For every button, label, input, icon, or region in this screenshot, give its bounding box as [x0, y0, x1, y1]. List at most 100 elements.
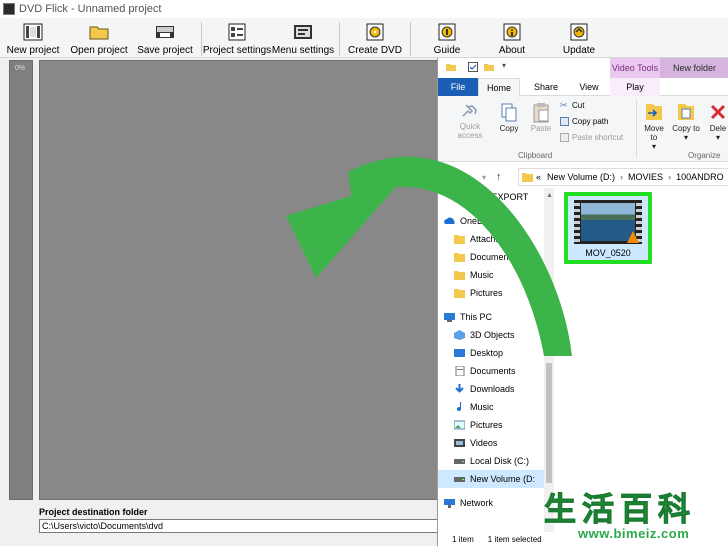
paste-shortcut-button[interactable]: Paste shortcut: [560, 133, 623, 142]
nav-item-for-export[interactable]: FOR EXPORT: [438, 188, 544, 206]
delete-icon: [710, 104, 726, 120]
menu-settings-button[interactable]: Menu settings: [272, 18, 334, 58]
drive-icon: [454, 477, 465, 482]
video-file-item[interactable]: MOV_0520: [564, 192, 652, 264]
video-file-name: MOV_0520: [585, 248, 631, 258]
address-bar[interactable]: « New Volume (D:) › MOVIES › 100ANDRO: [518, 168, 728, 186]
move-to-icon: [646, 104, 662, 120]
copy-button[interactable]: Copy: [494, 102, 524, 133]
about-button[interactable]: About: [491, 18, 533, 58]
3d-objects-icon: [454, 330, 465, 340]
about-icon: [500, 21, 524, 43]
save-project-label: Save project: [137, 45, 193, 56]
nav-item-label: Documents: [470, 252, 516, 262]
destination-folder-input[interactable]: C:\Users\victo\Documents\dvd: [39, 519, 439, 533]
open-project-label: Open project: [70, 45, 128, 56]
new-project-button[interactable]: New project: [4, 18, 62, 58]
copy-path-button[interactable]: Copy path: [560, 117, 608, 126]
destination-folder-label: Project destination folder: [39, 507, 148, 517]
address-segment-drive[interactable]: New Volume (D:): [547, 172, 615, 182]
tab-home[interactable]: Home: [478, 78, 520, 96]
address-segment-movies[interactable]: MOVIES: [628, 172, 663, 182]
folder-icon: [454, 253, 465, 262]
paste-shortcut-icon: [560, 133, 569, 142]
copy-path-icon: [560, 117, 569, 126]
dvdflick-title: DVD Flick - Unnamed project: [19, 3, 162, 15]
delete-button[interactable]: Dele ▾: [706, 100, 728, 142]
nav-item-this-pc[interactable]: This PC: [438, 308, 544, 326]
address-bar-row: ← → ▾ ↑ « New Volume (D:) › MOVIES › 100…: [438, 166, 728, 188]
tab-play[interactable]: Play: [610, 78, 660, 96]
paste-shortcut-label: Paste shortcut: [572, 133, 624, 142]
move-to-button[interactable]: Move to ▾: [640, 100, 668, 151]
nav-item-documents[interactable]: Documents: [438, 362, 544, 380]
nav-item-network[interactable]: Network: [438, 494, 544, 512]
pin-quick-access-button[interactable]: Quick access: [452, 102, 488, 140]
nav-item-pictures[interactable]: Pictures: [438, 284, 544, 302]
nav-item-3d-objects[interactable]: 3D Objects: [438, 326, 544, 344]
copy-to-button[interactable]: Copy to ▾: [672, 100, 700, 142]
project-settings-button[interactable]: Project settings: [202, 18, 272, 58]
chevron-right-icon: ›: [620, 172, 624, 182]
nav-item-onedrive[interactable]: OneDrive: [438, 212, 544, 230]
address-overflow[interactable]: «: [536, 172, 541, 182]
nav-item-label: Pictures: [470, 288, 503, 298]
back-arrow-icon[interactable]: ←: [446, 171, 457, 183]
downloads-icon: [455, 384, 464, 393]
properties-icon[interactable]: [468, 62, 478, 72]
paste-button[interactable]: Paste: [526, 102, 556, 133]
recent-locations-icon[interactable]: ▾: [482, 173, 486, 182]
forward-arrow-icon[interactable]: →: [464, 171, 475, 183]
title-list-area[interactable]: [39, 60, 439, 500]
nav-item-new-volume-d[interactable]: New Volume (D:: [438, 470, 544, 488]
nav-item-downloads[interactable]: Downloads: [438, 380, 544, 398]
move-to-label: Move to: [644, 124, 664, 142]
guide-button[interactable]: Guide: [426, 18, 468, 58]
pc-icon: [444, 313, 455, 322]
item-count: 1 item: [452, 534, 474, 544]
project-settings-label: Project settings: [202, 45, 272, 56]
nav-item-desktop[interactable]: Desktop: [438, 344, 544, 362]
ribbon-tabs: File Home Share View Play: [438, 78, 728, 96]
nav-item-label: OneDrive: [460, 216, 499, 226]
navigation-scrollbar[interactable]: ▲: [544, 188, 554, 532]
scroll-up-icon[interactable]: ▲: [546, 192, 553, 199]
nav-item-label: This PC: [460, 312, 493, 322]
save-project-button[interactable]: Save project: [136, 18, 194, 58]
watermark-char: 生: [543, 490, 577, 529]
create-dvd-button[interactable]: Create DVD: [346, 18, 404, 58]
copy-to-label: Copy to: [672, 124, 700, 133]
up-arrow-icon[interactable]: ↑: [496, 171, 502, 183]
nav-item-documents[interactable]: Documents: [438, 248, 544, 266]
project-settings-icon: [225, 21, 249, 43]
pictures-icon: [454, 420, 465, 430]
address-segment-folder[interactable]: 100ANDRO: [676, 172, 724, 182]
folder-icon: [454, 289, 465, 298]
update-button[interactable]: Update: [557, 18, 601, 58]
folder-icon: [454, 271, 465, 280]
guide-icon: [435, 21, 459, 43]
cut-button[interactable]: ✂ Cut: [560, 101, 584, 111]
open-project-button[interactable]: Open project: [70, 18, 128, 58]
guide-label: Guide: [433, 45, 461, 56]
nav-item-local-disk-c[interactable]: Local Disk (C:): [438, 452, 544, 470]
watermark-char: 科: [658, 490, 691, 529]
menu-settings-icon: [291, 21, 315, 43]
tab-share[interactable]: Share: [526, 78, 566, 96]
dvdflick-toolbar: New project Open project Save project Pr…: [0, 18, 728, 58]
nav-item-attachments[interactable]: Attachments: [438, 230, 544, 248]
new-project-label: New project: [6, 45, 60, 56]
tab-view[interactable]: View: [572, 78, 606, 96]
tab-file[interactable]: File: [438, 78, 478, 96]
nav-item-videos[interactable]: Videos: [438, 434, 544, 452]
network-icon: [444, 499, 455, 508]
nav-item-music[interactable]: Music: [438, 266, 544, 284]
scrollbar-thumb[interactable]: [546, 363, 552, 483]
nav-item-music[interactable]: Music: [438, 398, 544, 416]
new-folder-icon[interactable]: [484, 62, 494, 72]
film-strip-left: [574, 200, 580, 244]
folder-icon: [454, 235, 465, 244]
quick-access-dropdown-icon[interactable]: ▾: [502, 61, 512, 71]
organize-group-label: Organize: [688, 151, 721, 160]
nav-item-pictures[interactable]: Pictures: [438, 416, 544, 434]
